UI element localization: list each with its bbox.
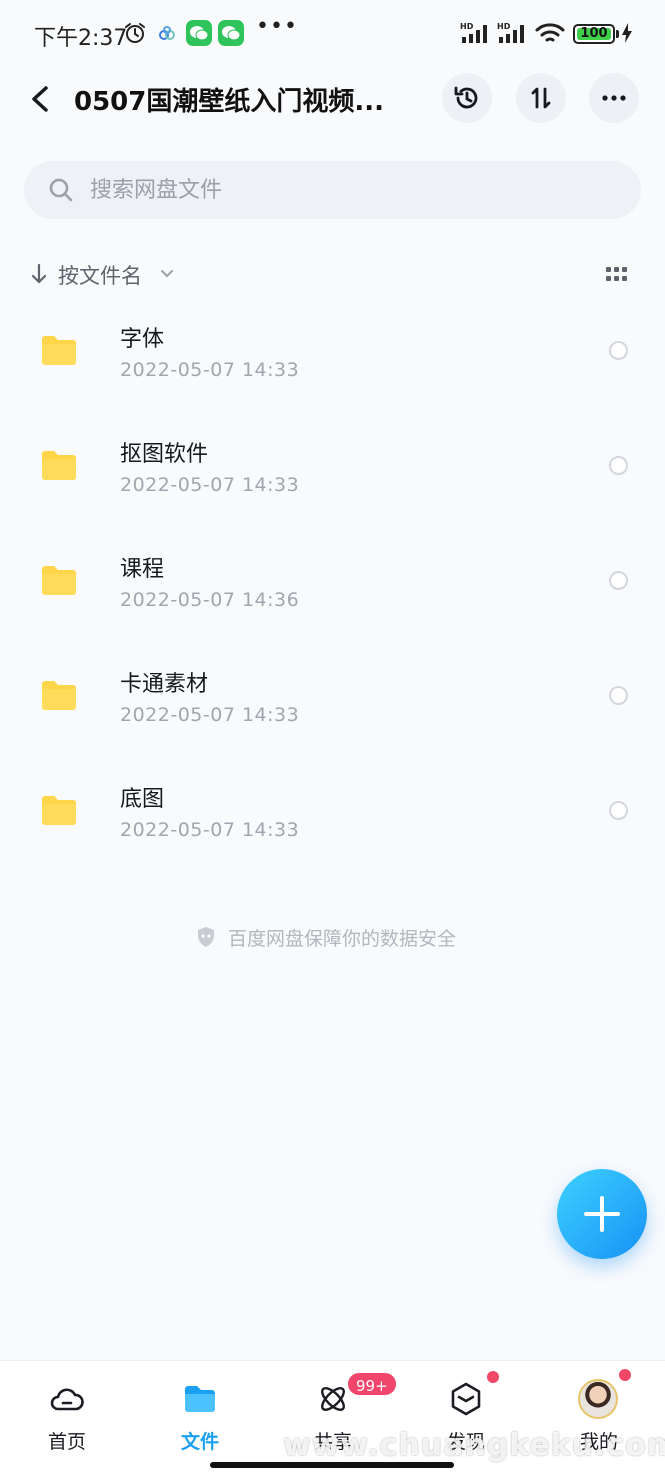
file-date: 2022-05-07 14:33 — [120, 704, 300, 726]
top-bar: 0507国潮壁纸入门视频... — [0, 64, 665, 134]
battery-cap — [616, 30, 619, 38]
home-indicator[interactable] — [210, 1462, 454, 1468]
page-title: 0507国潮壁纸入门视频... — [74, 87, 384, 117]
watermark: www.chuangkeku.com — [283, 1428, 665, 1463]
cloud-sync-icon — [159, 26, 175, 40]
file-row[interactable]: 卡通素材 2022-05-07 14:33 — [0, 638, 665, 753]
file-date: 2022-05-07 14:33 — [120, 474, 300, 496]
wifi-icon — [535, 23, 565, 42]
sort-label: 按文件名 — [58, 264, 142, 288]
folder-icon — [42, 681, 76, 710]
search-icon — [49, 178, 73, 202]
file-name: 抠图软件 — [120, 442, 209, 467]
tab-home[interactable]: 首页 — [12, 1361, 122, 1478]
svg-text:HD: HD — [460, 22, 474, 31]
folder-icon — [42, 796, 76, 825]
file-date: 2022-05-07 14:36 — [120, 589, 300, 611]
folder-icon — [42, 566, 76, 595]
file-name: 课程 — [120, 557, 165, 582]
screen: 下午2:37 ••• HD HD 100 0507国潮壁纸入门视频... 搜索网… — [0, 0, 665, 1478]
file-row[interactable]: 课程 2022-05-07 14:36 — [0, 523, 665, 638]
tab-label: 首页 — [47, 1431, 86, 1453]
alarm-icon — [125, 23, 145, 43]
cube-discover-icon — [451, 1382, 481, 1416]
back-button[interactable] — [24, 80, 58, 118]
folder-icon — [185, 1386, 215, 1412]
history-icon — [454, 86, 478, 109]
search-input[interactable] — [90, 169, 610, 211]
file-name: 卡通素材 — [120, 672, 209, 697]
transfer-button[interactable] — [516, 73, 566, 123]
file-row[interactable]: 抠图软件 2022-05-07 14:33 — [0, 408, 665, 523]
cloud-home-icon — [50, 1388, 84, 1411]
tab-label: 文件 — [180, 1431, 219, 1453]
file-date: 2022-05-07 14:33 — [120, 359, 300, 381]
add-button[interactable] — [557, 1169, 647, 1259]
tab-files[interactable]: 文件 — [145, 1361, 255, 1478]
battery-icon: 100 — [573, 24, 615, 44]
select-checkbox[interactable] — [609, 456, 628, 475]
charging-icon — [622, 23, 632, 43]
avatar — [578, 1379, 618, 1419]
notification-badge: 99+ — [346, 1371, 398, 1397]
plus-icon — [584, 1196, 620, 1232]
security-text: 百度网盘保障你的数据安全 — [228, 928, 457, 950]
shield-icon — [198, 927, 214, 947]
wechat-icon — [186, 20, 212, 46]
more-notifications-icon: ••• — [256, 14, 298, 39]
wechat-icon — [218, 20, 244, 46]
grid-view-button[interactable] — [606, 266, 628, 284]
battery-level: 100 — [580, 26, 608, 41]
file-date: 2022-05-07 14:33 — [120, 819, 300, 841]
sort-direction-icon — [31, 263, 47, 284]
red-dot-badge — [619, 1369, 631, 1381]
file-name: 底图 — [120, 787, 165, 812]
file-name: 字体 — [120, 327, 165, 352]
red-dot-badge — [487, 1371, 499, 1383]
folder-icon — [42, 451, 76, 480]
history-button[interactable] — [442, 73, 492, 123]
signal-hd-icon: HD — [497, 22, 524, 43]
more-icon — [602, 95, 626, 101]
select-checkbox[interactable] — [609, 686, 628, 705]
file-row[interactable]: 字体 2022-05-07 14:33 — [0, 293, 665, 408]
status-time: 下午2:37 — [34, 26, 128, 51]
select-checkbox[interactable] — [609, 571, 628, 590]
signal-hd-icon: HD — [460, 22, 487, 43]
folder-icon — [42, 336, 76, 365]
more-button[interactable] — [589, 73, 639, 123]
search-bar[interactable] — [24, 161, 641, 219]
select-checkbox[interactable] — [609, 801, 628, 820]
status-bar: 下午2:37 ••• HD HD 100 — [0, 0, 665, 64]
select-checkbox[interactable] — [609, 341, 628, 360]
file-list: 字体 2022-05-07 14:33 抠图软件 2022-05-07 14:3… — [0, 293, 665, 868]
chevron-down-icon — [161, 270, 173, 277]
sort-icon — [531, 87, 551, 109]
svg-text:HD: HD — [497, 22, 511, 31]
file-row[interactable]: 底图 2022-05-07 14:33 — [0, 753, 665, 868]
